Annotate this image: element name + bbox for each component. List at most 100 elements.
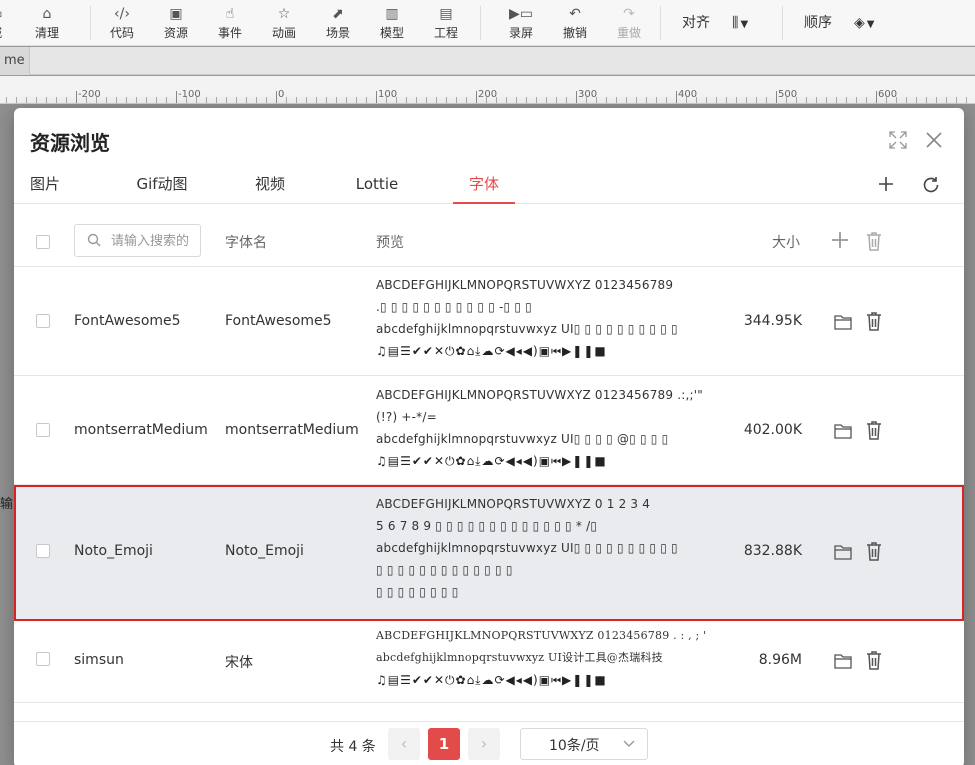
ruler-tick	[476, 91, 477, 103]
table-row[interactable]: FontAwesome5 FontAwesome5 ABCDEFGHIJKLMN…	[14, 267, 964, 376]
ruler-tick	[126, 97, 127, 103]
ruler-tick	[196, 97, 197, 103]
ruler-tick	[106, 97, 107, 103]
folder-icon[interactable]	[833, 542, 853, 562]
preview-line: abcdefghijklmnopqrstuvwxyz UI设计工具@杰瑞科技	[376, 651, 663, 664]
next-page-button[interactable]: ›	[468, 728, 500, 760]
broom-icon: ⌂	[42, 6, 52, 22]
toolbar-item-scene[interactable]: ⬈ 场景	[312, 4, 364, 41]
row-checkbox[interactable]	[36, 314, 50, 328]
ruler-tick	[326, 97, 327, 103]
tab-fonts[interactable]: 字体	[453, 168, 515, 204]
row-checkbox[interactable]	[36, 544, 50, 558]
undo-icon: ↶	[569, 6, 581, 22]
ruler-tick	[766, 97, 767, 103]
close-icon[interactable]	[923, 129, 945, 151]
preview-line: ABCDEFGHIJKLMNOPQRSTUVWXYZ 0123456789 . …	[376, 629, 706, 642]
toolbar-item-record[interactable]: ▶▭ 录屏	[495, 4, 547, 41]
preview-line: ▯ ▯ ▯ ▯ ▯ ▯ ▯ ▯ ▯ ▯ ▯ ▯ ▯	[376, 563, 513, 577]
folder-icon[interactable]	[833, 421, 853, 441]
ruler-tick	[306, 97, 307, 103]
ruler-tick	[186, 97, 187, 103]
ruler-tick	[296, 97, 297, 103]
toolbar-item-event[interactable]: ☝ 事件	[204, 4, 256, 41]
trash-icon[interactable]	[864, 310, 884, 332]
align-dropdown[interactable]: ⫼ ▼	[732, 0, 748, 46]
toolbar-item-animation[interactable]: ☆ 动画	[258, 4, 310, 41]
ruler-tick	[846, 97, 847, 103]
chevron-down-icon	[623, 740, 635, 747]
toolbar-divider	[90, 6, 91, 40]
align-menu[interactable]: 对齐	[682, 0, 710, 46]
tab-images[interactable]: 图片	[30, 168, 60, 204]
table-row[interactable]: simsun 宋体 ABCDEFGHIJKLMNOPQRSTUVWXYZ 012…	[14, 621, 964, 703]
table-row-selected[interactable]: Noto_Emoji Noto_Emoji ABCDEFGHIJKLMNOPQR…	[14, 485, 964, 621]
ruler-tick	[906, 97, 907, 103]
ruler-tick	[576, 91, 577, 103]
expand-icon[interactable]	[888, 130, 908, 150]
row-checkbox[interactable]	[36, 652, 50, 666]
select-all-checkbox[interactable]	[36, 235, 50, 249]
ruler-tick	[486, 97, 487, 103]
font-family-name: montserratMedium	[225, 422, 359, 438]
ruler-tick	[426, 97, 427, 103]
ruler-tick	[946, 97, 947, 103]
table-row[interactable]: montserratMedium montserratMedium ABCDEF…	[14, 376, 964, 485]
project-icon: ▤	[439, 6, 453, 22]
ruler-tick	[896, 97, 897, 103]
ruler-tick	[806, 97, 807, 103]
refresh-icon[interactable]	[920, 174, 942, 196]
star-icon: ☆	[277, 6, 291, 22]
trash-icon[interactable]	[864, 649, 884, 671]
page-size-value: 10条/页	[549, 738, 600, 754]
ruler-tick	[506, 97, 507, 103]
font-family-name: 宋体	[225, 655, 253, 671]
font-file-name: FontAwesome5	[74, 313, 181, 329]
prev-page-button[interactable]: ‹	[388, 728, 420, 760]
tab-lottie[interactable]: Lottie	[350, 168, 404, 204]
trash-icon[interactable]	[864, 230, 884, 252]
ruler-tick	[166, 97, 167, 103]
page-size-select[interactable]: 10条/页	[520, 728, 648, 760]
folder-icon[interactable]	[833, 651, 853, 671]
order-dropdown[interactable]: ◈ ▼	[854, 0, 874, 46]
code-icon: ‹/›	[114, 6, 130, 22]
layers-icon: ◈	[854, 15, 865, 31]
toolbar-item-partial[interactable]: ▭城	[0, 4, 22, 41]
search-input[interactable]	[111, 231, 197, 251]
ruler-tick	[536, 97, 537, 103]
toolbar-item-model[interactable]: ▥ 模型	[366, 4, 418, 41]
toolbar-item-redo[interactable]: ↷ 重做	[603, 4, 655, 41]
current-page-button[interactable]: 1	[428, 728, 460, 760]
trash-icon[interactable]	[864, 419, 884, 441]
ruler-tick	[676, 91, 677, 103]
partial-icon: ▭	[0, 4, 22, 24]
ruler-tick	[366, 97, 367, 103]
column-header-size: 大小	[772, 235, 800, 251]
toolbar-divider	[480, 6, 481, 40]
font-preview: ABCDEFGHIJKLMNOPQRSTUVWXYZ 0123456789 . …	[376, 625, 706, 691]
toolbar-divider	[782, 6, 783, 40]
trash-icon[interactable]	[864, 540, 884, 562]
add-icon[interactable]	[876, 174, 896, 194]
ruler-tick	[636, 97, 637, 103]
row-checkbox[interactable]	[36, 423, 50, 437]
toolbar-item-resource[interactable]: ▣ 资源	[150, 4, 202, 41]
ruler-tick	[36, 97, 37, 103]
total-count: 共 4 条	[330, 739, 376, 755]
folder-icon[interactable]	[833, 312, 853, 332]
ruler-tick	[796, 97, 797, 103]
toolbar-item-code[interactable]: ‹/› 代码	[96, 4, 148, 41]
tab-video[interactable]: 视频	[252, 168, 288, 204]
add-icon[interactable]	[830, 230, 850, 250]
preview-line: .▯ ▯ ▯ ▯ ▯ ▯ ▯ ▯ ▯ ▯ ▯ -▯ ▯ ▯	[376, 300, 532, 314]
document-tab[interactable]: me	[0, 47, 30, 75]
ruler-tick	[516, 97, 517, 103]
tab-gif[interactable]: Gif动图	[124, 168, 200, 204]
ruler-tick	[566, 97, 567, 103]
toolbar-item-undo[interactable]: ↶ 撤销	[549, 4, 601, 41]
ruler-tick	[216, 97, 217, 103]
order-menu[interactable]: 顺序	[804, 0, 832, 46]
toolbar-item-clean[interactable]: ⌂ 清理	[21, 4, 73, 41]
toolbar-item-project[interactable]: ▤ 工程	[420, 4, 472, 41]
